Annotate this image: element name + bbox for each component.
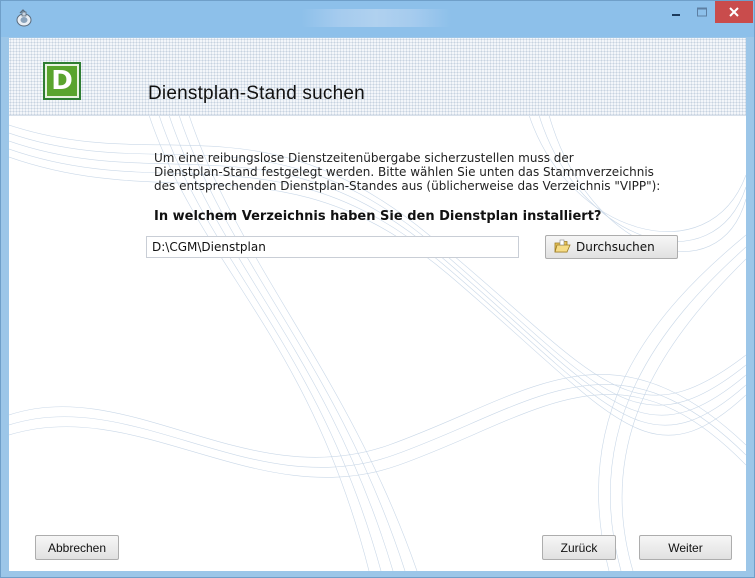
title-bar[interactable] bbox=[1, 1, 754, 37]
maximize-button[interactable] bbox=[689, 1, 715, 23]
next-button[interactable]: Weiter bbox=[639, 535, 732, 560]
app-logo: D bbox=[43, 62, 81, 100]
logo-letter: D bbox=[51, 66, 73, 96]
app-icon[interactable] bbox=[14, 8, 34, 28]
browse-label: Durchsuchen bbox=[576, 240, 655, 254]
close-icon bbox=[729, 7, 739, 17]
minimize-icon bbox=[672, 14, 680, 16]
maximize-icon bbox=[697, 7, 707, 17]
wizard-page: D Dienstplan-Stand suchen Um eine reibun… bbox=[9, 38, 746, 571]
close-button[interactable] bbox=[715, 1, 753, 23]
browse-button[interactable]: Durchsuchen bbox=[545, 235, 678, 259]
header-band: D Dienstplan-Stand suchen bbox=[9, 38, 746, 116]
cancel-button[interactable]: Abbrechen bbox=[35, 535, 119, 560]
minimize-button[interactable] bbox=[663, 1, 689, 23]
installer-window: D Dienstplan-Stand suchen Um eine reibun… bbox=[0, 0, 755, 578]
window-title bbox=[301, 9, 451, 27]
directory-question: In welchem Verzeichnis haben Sie den Die… bbox=[154, 209, 602, 224]
page-title: Dienstplan-Stand suchen bbox=[148, 83, 365, 104]
back-button[interactable]: Zurück bbox=[542, 535, 616, 560]
intro-text: Um eine reibungslose Dienstzeitenübergab… bbox=[154, 151, 661, 193]
directory-path-input[interactable] bbox=[146, 236, 519, 258]
folder-icon bbox=[554, 239, 571, 253]
